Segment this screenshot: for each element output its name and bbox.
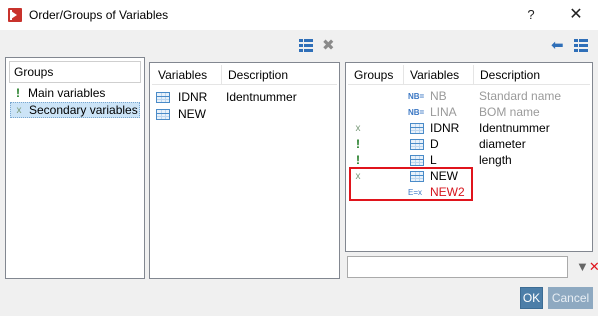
variable-description: BOM name bbox=[479, 105, 540, 119]
x-icon: x bbox=[16, 104, 22, 116]
variable-name: IDNR bbox=[178, 90, 208, 104]
list-view-icon-right[interactable] bbox=[574, 39, 588, 53]
ok-button[interactable]: OK bbox=[520, 287, 543, 309]
table-row[interactable]: NB= LINA BOM name bbox=[346, 104, 590, 120]
table-icon bbox=[156, 91, 170, 103]
groups-panel: Groups ! Main variables x Secondary vari… bbox=[5, 57, 145, 279]
clear-filter-icon[interactable]: ▼✕ bbox=[576, 259, 598, 275]
variable-name: LINA bbox=[430, 105, 457, 119]
table-icon bbox=[410, 122, 424, 134]
window-title: Order/Groups of Variables bbox=[29, 8, 169, 22]
table-row[interactable]: x IDNR Identnummer bbox=[346, 120, 590, 136]
column-description[interactable]: Description bbox=[474, 65, 590, 85]
variable-description: Identnummer bbox=[479, 121, 550, 135]
exclamation-icon: ! bbox=[356, 137, 360, 151]
column-variables[interactable]: Variables bbox=[152, 64, 222, 85]
variable-name: NEW bbox=[178, 107, 206, 121]
move-left-arrow-icon[interactable]: ⬅ bbox=[551, 38, 564, 53]
variable-name: D bbox=[430, 137, 439, 151]
table-row[interactable]: ! L length bbox=[346, 152, 590, 168]
order-header: Groups Variables Description bbox=[348, 64, 590, 85]
close-button[interactable]: ✕ bbox=[566, 5, 586, 25]
cancel-button[interactable]: Cancel bbox=[548, 287, 593, 309]
groups-header: Groups bbox=[9, 61, 141, 83]
column-variables[interactable]: Variables bbox=[404, 64, 474, 85]
filter-input[interactable] bbox=[347, 256, 568, 278]
order-panel: Groups Variables Description NB= NB Stan… bbox=[345, 62, 593, 252]
variable-name: NB bbox=[430, 89, 447, 103]
exclamation-icon: ! bbox=[356, 153, 360, 167]
list-view-icon[interactable] bbox=[299, 39, 313, 53]
highlight-box bbox=[349, 167, 473, 201]
table-icon bbox=[410, 154, 424, 166]
table-icon bbox=[156, 108, 170, 120]
app-icon bbox=[8, 8, 22, 22]
variable-description: Standard name bbox=[479, 89, 562, 103]
variable-description: Identnummer bbox=[226, 90, 297, 104]
column-description[interactable]: Description bbox=[222, 65, 337, 85]
group-item-label: Main variables bbox=[28, 86, 106, 100]
table-row[interactable]: ! D diameter bbox=[346, 136, 590, 152]
variable-name: IDNR bbox=[430, 121, 460, 135]
variables-panel: Variables Description IDNR Identnummer N… bbox=[149, 62, 340, 279]
x-icon: x bbox=[355, 122, 361, 134]
group-item-label: Secondary variables bbox=[29, 103, 138, 117]
table-row[interactable]: IDNR Identnummer bbox=[156, 89, 336, 105]
delete-icon[interactable]: ✖ bbox=[322, 38, 335, 53]
variable-name: L bbox=[430, 153, 437, 167]
nb-icon: NB= bbox=[408, 107, 425, 117]
title-bar: Order/Groups of Variables ? ✕ bbox=[0, 0, 598, 30]
variable-description: diameter bbox=[479, 137, 526, 151]
exclamation-icon: ! bbox=[16, 86, 20, 100]
group-item-secondary[interactable]: x Secondary variables bbox=[10, 102, 140, 118]
help-button[interactable]: ? bbox=[523, 6, 539, 24]
group-item-main[interactable]: ! Main variables bbox=[10, 85, 142, 101]
table-row[interactable]: NEW bbox=[156, 106, 336, 122]
variables-header: Variables Description bbox=[152, 64, 337, 85]
variable-description: length bbox=[479, 153, 512, 167]
table-icon bbox=[410, 138, 424, 150]
table-row[interactable]: NB= NB Standard name bbox=[346, 88, 590, 104]
column-groups[interactable]: Groups bbox=[348, 64, 404, 85]
nb-icon: NB= bbox=[408, 91, 425, 101]
